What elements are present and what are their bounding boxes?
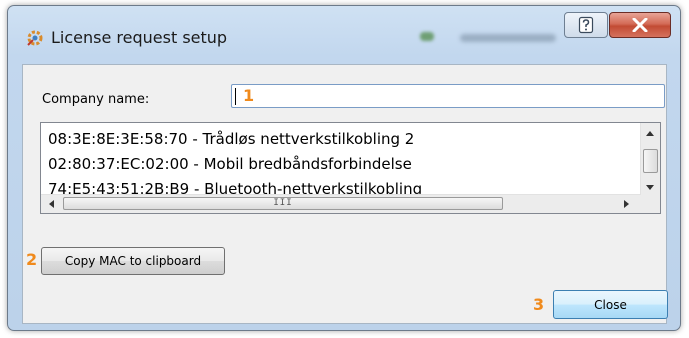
license-gear-icon [27, 30, 43, 46]
scroll-up-icon[interactable] [646, 131, 654, 136]
license-request-dialog: License request setup Company name: 1 08… [7, 5, 681, 331]
company-name-label: Company name: [42, 92, 150, 107]
list-item[interactable]: 02:80:37:EC:02:00 - Mobil bredbåndsforbi… [48, 155, 412, 173]
help-icon [578, 16, 594, 34]
vertical-scroll-thumb[interactable] [643, 149, 658, 173]
dialog-content: Company name: 1 08:3E:8E:3E:58:70 - Tråd… [22, 64, 668, 324]
list-item[interactable]: 08:3E:8E:3E:58:70 - Trådløs nettverkstil… [48, 130, 414, 148]
background-blur-text [460, 34, 556, 42]
scroll-right-icon[interactable] [624, 200, 629, 208]
scroll-grip: III [273, 198, 293, 208]
scroll-left-icon[interactable] [49, 200, 54, 208]
horizontal-scrollbar[interactable]: III [41, 194, 641, 213]
annotation-marker-3: 3 [533, 295, 545, 314]
annotation-marker-2: 2 [26, 250, 38, 269]
company-name-input[interactable] [231, 84, 665, 108]
mac-address-list[interactable]: 08:3E:8E:3E:58:70 - Trådløs nettverkstil… [40, 122, 661, 214]
scroll-down-icon[interactable] [646, 185, 654, 190]
text-caret [235, 88, 236, 105]
window-close-button[interactable] [609, 12, 671, 38]
copy-mac-button[interactable]: Copy MAC to clipboard [41, 247, 225, 275]
background-blur-icon [420, 32, 434, 41]
annotation-marker-1: 1 [243, 86, 255, 105]
title-bar[interactable]: License request setup [8, 6, 680, 56]
window-title: License request setup [51, 28, 228, 47]
horizontal-scroll-thumb[interactable]: III [63, 197, 503, 210]
close-button[interactable]: Close [553, 290, 668, 319]
vertical-scrollbar[interactable] [640, 123, 660, 196]
help-button[interactable] [564, 12, 608, 38]
close-icon [632, 18, 648, 32]
scrollbar-corner [641, 195, 660, 213]
